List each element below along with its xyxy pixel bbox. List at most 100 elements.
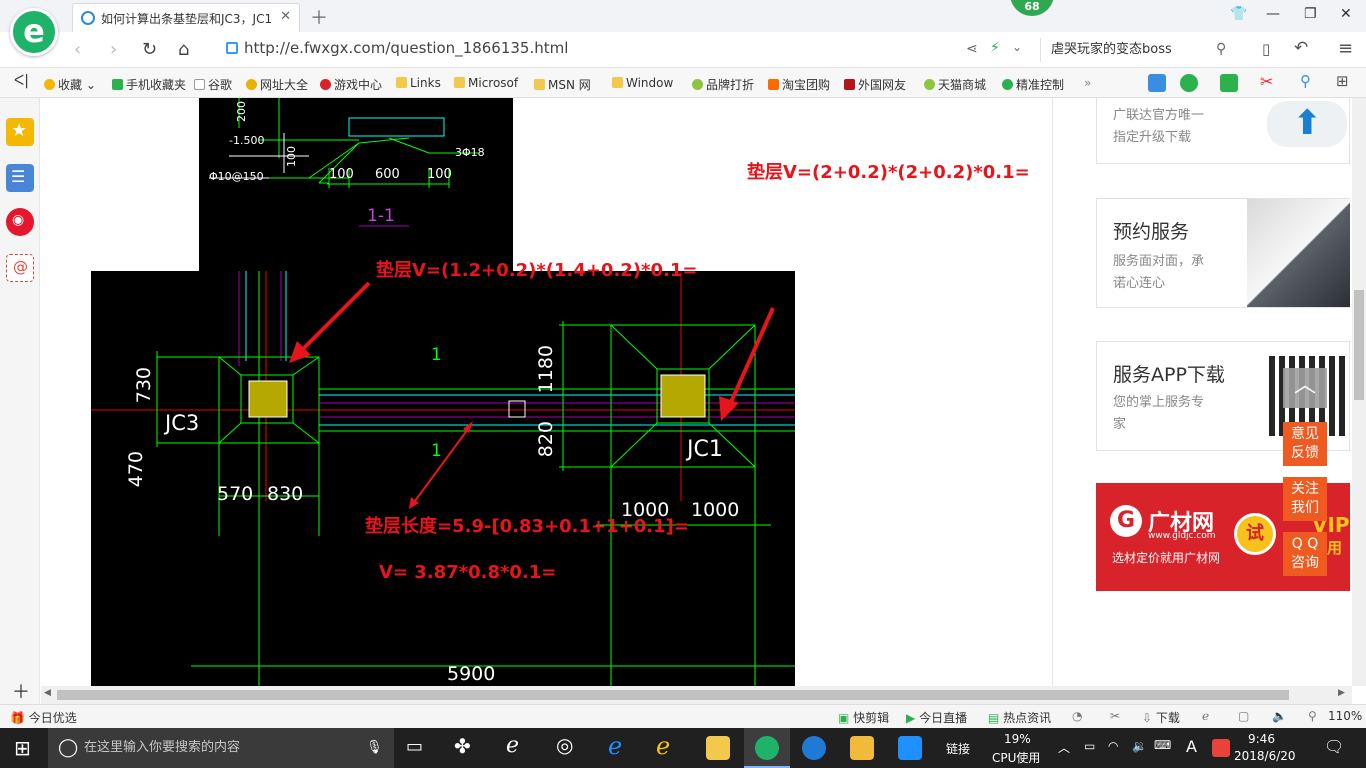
status-window-icon[interactable]: ▢: [1238, 709, 1249, 723]
status-live[interactable]: ▶ 今日直播: [906, 709, 967, 726]
active-browser-task[interactable]: [744, 728, 790, 768]
cloud-upload-icon: ⬆: [1267, 101, 1347, 147]
reservation-card[interactable]: 预约服务 服务面对面，承 诺心连心: [1096, 198, 1350, 308]
mail-icon[interactable]: @: [6, 254, 34, 282]
back-arrow-icon[interactable]: ‹: [74, 39, 81, 60]
sidebar-add-icon[interactable]: ＋: [12, 678, 30, 704]
ime-indicator[interactable]: A: [1186, 737, 1197, 756]
ext-icon-1[interactable]: [1148, 74, 1166, 92]
bookmark-foreign[interactable]: 外国网友: [844, 76, 906, 93]
ext-icon-3[interactable]: [1220, 74, 1238, 92]
menu-icon[interactable]: ≡: [1338, 38, 1353, 59]
bookmark-mobile[interactable]: 手机收藏夹: [112, 76, 186, 93]
zoom-search-icon[interactable]: ⚲: [1308, 709, 1317, 723]
keyboard-icon[interactable]: ⌨: [1154, 738, 1171, 752]
horizontal-scroll-thumb[interactable]: [57, 690, 1289, 700]
wifi-icon[interactable]: ◠: [1108, 739, 1118, 753]
tab-favicon-icon: [81, 11, 95, 25]
favorites-star-icon[interactable]: ★: [6, 118, 34, 146]
scissors-icon[interactable]: ✂: [1260, 72, 1273, 91]
bookmark-brand-discount[interactable]: 品牌打折: [692, 76, 754, 93]
reading-list-icon[interactable]: ☰: [6, 164, 34, 192]
new-tab-button[interactable]: ＋: [310, 4, 328, 30]
phone-icon[interactable]: ▯: [1262, 40, 1270, 58]
search-ext-icon[interactable]: ⚲: [1300, 72, 1311, 90]
status-speed-icon[interactable]: ◔: [1072, 709, 1082, 723]
upgrade-card[interactable]: 广联达官方唯一 指定升级下载 ⬆: [1096, 98, 1350, 164]
fan-app-icon[interactable]: ✤: [454, 734, 471, 758]
undo-icon[interactable]: ↶: [1294, 38, 1308, 58]
status-quick-clip[interactable]: ▣ 快剪辑: [838, 709, 889, 726]
bookmark-microsoft[interactable]: Microsof: [454, 76, 518, 90]
follow-us-button[interactable]: 关注 我们: [1283, 477, 1327, 521]
share-icon[interactable]: ⋖: [966, 41, 978, 57]
notification-badge[interactable]: 68: [1010, 0, 1054, 16]
weibo-icon[interactable]: ◉: [6, 208, 34, 236]
minimize-button[interactable]: —: [1266, 6, 1280, 22]
sogou-ime-icon[interactable]: [1212, 739, 1230, 757]
tray-expand-icon[interactable]: ︿: [1058, 739, 1070, 756]
zoom-level[interactable]: 110%: [1328, 709, 1362, 723]
url-field[interactable]: http://e.fwxgx.com/question_1866135.html: [226, 39, 956, 61]
refresh-icon[interactable]: ↻: [142, 39, 157, 60]
taskbar-search[interactable]: ◯ 在这里输入你要搜索的内容 🎙: [48, 728, 394, 768]
search-box[interactable]: 虐哭玩家的变态boss: [1040, 38, 1240, 62]
tab-title: 如何计算出条基垫层和JC3，JC1: [101, 12, 273, 26]
bookmarks-more-icon[interactable]: »: [1084, 76, 1091, 90]
bookmark-site-nav[interactable]: 网址大全: [246, 76, 308, 93]
status-sound-icon[interactable]: 🔈: [1272, 709, 1287, 723]
volume-icon[interactable]: 🔉: [1132, 739, 1147, 753]
home-icon[interactable]: ⌂: [178, 39, 189, 60]
bookmark-precision[interactable]: 精准控制: [1002, 76, 1064, 93]
vertical-scroll-thumb[interactable]: [1354, 290, 1364, 400]
url-dropdown-icon[interactable]: ⌄: [1012, 40, 1022, 54]
today-picks[interactable]: 🎁 今日优选: [10, 709, 77, 726]
links-label[interactable]: 链接: [946, 740, 970, 757]
bookmark-favorites[interactable]: 收藏 ⌄: [44, 76, 96, 93]
windows-start-icon[interactable]: ⊞: [14, 736, 31, 760]
status-news[interactable]: ▤ 热点资讯: [988, 709, 1051, 726]
ext-icon-2[interactable]: [1180, 74, 1198, 92]
g-app-icon[interactable]: [802, 736, 826, 760]
lightning-icon[interactable]: ⚡: [990, 40, 1000, 56]
bookmark-links[interactable]: Links: [396, 76, 441, 90]
edge-icon[interactable]: ℯ: [608, 732, 622, 760]
bookmark-game-center[interactable]: 游戏中心: [320, 76, 382, 93]
scroll-right-arrow-icon[interactable]: ▶: [1338, 688, 1345, 698]
bookmark-tmall[interactable]: 天猫商城: [924, 76, 986, 93]
forward-arrow-icon[interactable]: ›: [110, 39, 117, 60]
close-window-button[interactable]: ✕: [1340, 6, 1352, 22]
notifications-icon[interactable]: 🗨: [1324, 737, 1344, 756]
back-to-top-icon[interactable]: ︿: [1283, 368, 1327, 408]
task-view-icon[interactable]: ▭: [406, 736, 423, 757]
sidebar-toggle-icon[interactable]: ᐸ|: [14, 73, 29, 89]
file-explorer-icon[interactable]: [706, 736, 730, 760]
clock-time[interactable]: 9:46: [1248, 732, 1275, 746]
qq-consult-button[interactable]: Q Q 咨询: [1283, 532, 1327, 576]
upgrade-line2: 指定升级下载: [1113, 130, 1192, 145]
ie-icon[interactable]: ℯ: [656, 732, 670, 760]
clock-date[interactable]: 2018/6/20: [1234, 749, 1296, 763]
maximize-button[interactable]: ❐: [1304, 6, 1317, 22]
bookmark-windows[interactable]: Window: [612, 76, 673, 90]
bookmark-taobao[interactable]: 淘宝团购: [768, 76, 830, 93]
skin-icon[interactable]: 👕: [1230, 6, 1247, 22]
ie-app-icon[interactable]: ℯ: [506, 733, 519, 758]
browser-logo-icon[interactable]: e: [10, 8, 58, 56]
spiral-app-icon[interactable]: ◎: [556, 733, 573, 757]
status-tools-icon[interactable]: ✂: [1110, 709, 1120, 723]
status-ie-icon[interactable]: ℯ: [1202, 709, 1209, 723]
apps-grid-icon[interactable]: ⊞: [1336, 72, 1349, 90]
search-icon[interactable]: ⚲: [1216, 41, 1226, 57]
battery-icon: ▭: [1084, 739, 1096, 753]
bookmark-msn[interactable]: MSN 网: [534, 76, 591, 93]
scroll-left-arrow-icon[interactable]: ◀: [44, 688, 51, 698]
feedback-button[interactable]: 意见 反馈: [1283, 422, 1327, 466]
plus-app-icon[interactable]: [898, 736, 922, 760]
status-download[interactable]: ⇩ 下载: [1142, 709, 1180, 726]
microphone-icon[interactable]: 🎙: [366, 728, 383, 768]
notes-app-icon[interactable]: [850, 736, 874, 760]
bookmark-google[interactable]: 谷歌: [194, 76, 232, 93]
browser-tab[interactable]: 如何计算出条基垫层和JC3，JC1 ✕: [72, 3, 300, 32]
tab-close-icon[interactable]: ✕: [280, 9, 291, 24]
